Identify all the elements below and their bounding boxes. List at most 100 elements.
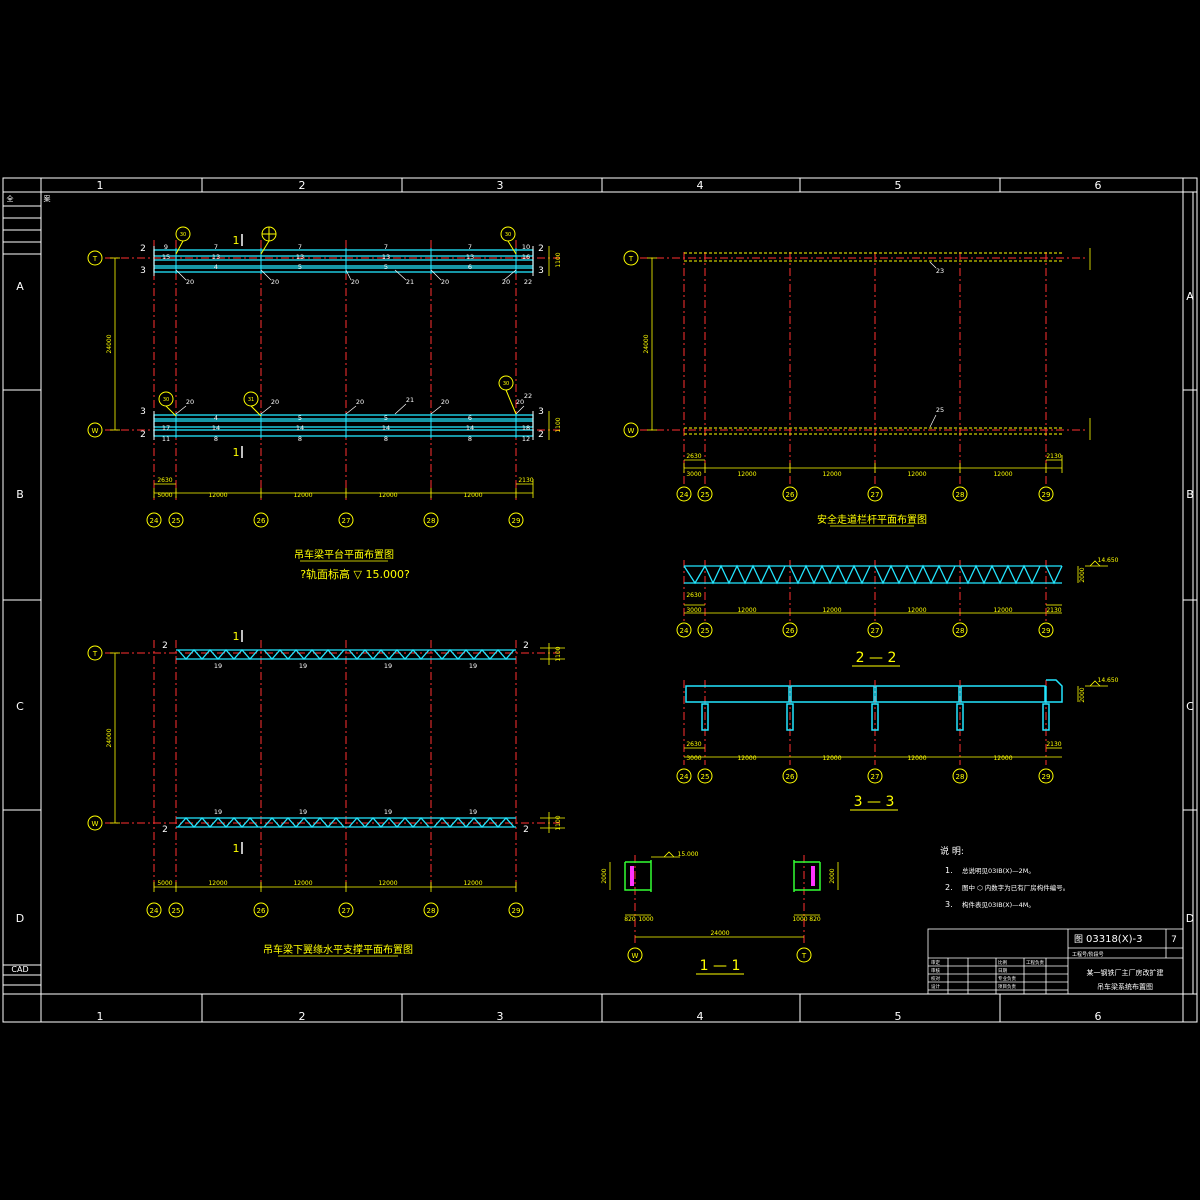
- p3-sec-2br: 2: [523, 825, 529, 835]
- p3-lbl-19c: 19: [384, 662, 392, 670]
- s11-dim-820r: 820: [809, 916, 821, 923]
- p3-axis-25: 25: [172, 907, 181, 915]
- s33-dim-12000d: 12000: [993, 755, 1012, 762]
- p1-dim-12000c: 12000: [378, 492, 397, 499]
- col-label-5: 5: [895, 179, 902, 192]
- s11-height-r: 2000: [829, 868, 836, 883]
- s22-axis-27: 27: [871, 627, 880, 635]
- s33-axis-24: 24: [680, 773, 689, 781]
- p2-axis-29: 29: [1042, 491, 1051, 499]
- p1-axis-24: 24: [150, 517, 159, 525]
- p1-lbl-13d: 13: [466, 253, 474, 261]
- note-2-text: 图中 ⬡ 内数字为已有厂房构件编号。: [962, 883, 1069, 892]
- p1-pt20e: 20: [502, 278, 510, 286]
- s11-elev: 15.000: [678, 851, 699, 858]
- p3-dim-1100b: 1100: [555, 815, 562, 830]
- p2-axis-24: 24: [680, 491, 689, 499]
- sec-mark-3-bl: 3: [140, 407, 146, 417]
- p1-axis-29: 29: [512, 517, 521, 525]
- tb-project: 某一钢铁厂主厂房改扩建: [1087, 968, 1164, 977]
- s11-title: 1 — 1: [700, 958, 741, 974]
- p1-dim-12000d: 12000: [463, 492, 482, 499]
- sec-mark-1-bot: 1: [233, 446, 240, 459]
- p1-lbl-14c: 14: [382, 424, 390, 432]
- p2-axis-25: 25: [701, 491, 710, 499]
- p1-lbl-6b: 6: [468, 414, 472, 422]
- p1-lbl-16: 16: [522, 253, 530, 261]
- p1-lbl-17: 17: [162, 424, 170, 432]
- s22-elev: 14.650: [1098, 557, 1119, 564]
- col-label-6b: 6: [1095, 1010, 1102, 1023]
- tb-sheet: 7: [1171, 935, 1177, 945]
- p1-lbl-13b: 13: [296, 253, 304, 261]
- p2-dim-3000: 3000: [686, 471, 701, 478]
- col-label-4b: 4: [697, 1010, 704, 1023]
- p3-axis-24: 24: [150, 907, 159, 915]
- s33-dim-2130: 2130: [1046, 741, 1061, 748]
- tb-cell-8: 工程负责: [1026, 959, 1044, 966]
- p3-lbl-19b: 19: [299, 662, 307, 670]
- s11-dim-1000l: 1000: [638, 916, 653, 923]
- p3-dim-5000: 5000: [157, 880, 172, 887]
- p1-pt22a: 22: [524, 278, 532, 286]
- p3-dim-12000c: 12000: [378, 880, 397, 887]
- s22-dim-2130: 2130: [1046, 607, 1061, 614]
- p1-axis-t: T: [92, 255, 98, 263]
- note-2-num: 2.: [945, 883, 953, 892]
- col-label-1: 1: [97, 179, 104, 192]
- p2-lbl-23: 23: [936, 267, 944, 275]
- p3-lbl-19a: 19: [214, 662, 222, 670]
- p3-sec-1b: 1: [233, 842, 240, 855]
- p3-axis-t: T: [92, 650, 98, 658]
- p1-lbl-14b: 14: [296, 424, 304, 432]
- p1-pt20c: 20: [351, 278, 359, 286]
- s33-dim-12000b: 12000: [822, 755, 841, 762]
- tb-cell-0: 审定: [931, 959, 940, 966]
- s22-height: 2000: [1079, 567, 1086, 582]
- s33-axis-26: 26: [786, 773, 795, 781]
- p3-sec-1t: 1: [233, 630, 240, 643]
- sec-mark-2-br: 2: [538, 430, 544, 440]
- p1-lbl-4: 4: [214, 263, 218, 271]
- p2-dim-2130: 2130: [1046, 453, 1061, 460]
- p1-pt20b: 20: [271, 278, 279, 286]
- p2-axis-27: 27: [871, 491, 880, 499]
- s11-height-l: 2000: [601, 868, 608, 883]
- p1-hex-5: 31: [248, 397, 254, 403]
- s11-dim-1000r: 1000: [792, 916, 807, 923]
- p1-dim-1100a: 1100: [555, 252, 562, 267]
- p3-sec-2tl: 2: [162, 641, 168, 651]
- p2-dim-12000c: 12000: [907, 471, 926, 478]
- tb-stage: 工程号/阶段号: [1072, 951, 1104, 958]
- s33-elev: 14.650: [1098, 677, 1119, 684]
- p1-lbl-11: 11: [162, 435, 170, 443]
- p3-axis-w: W: [92, 820, 99, 828]
- p1-lbl-14d: 14: [466, 424, 474, 432]
- sec-mark-2-tr: 2: [538, 244, 544, 254]
- p3-axis-28: 28: [427, 907, 436, 915]
- s33-axis-25: 25: [701, 773, 710, 781]
- s22-dim-2630: 2630: [686, 592, 701, 599]
- sec-mark-2-tl: 2: [140, 244, 146, 254]
- p3-sec-2tr: 2: [523, 641, 529, 651]
- s22-dim-12000d: 12000: [993, 607, 1012, 614]
- p1-pt20h: 20: [356, 398, 364, 406]
- cad-label: CAD: [11, 965, 28, 974]
- notes-heading: 说 明:: [940, 845, 964, 857]
- p1-lbl-8b: 8: [298, 435, 302, 443]
- p1-hex-1: 30: [180, 232, 186, 238]
- tb-cell-7: 项目负责: [998, 983, 1016, 990]
- s22-dim-3000: 3000: [686, 607, 701, 614]
- p1-axis-28: 28: [427, 517, 436, 525]
- tb-cell-6: 专业负责: [998, 975, 1016, 982]
- p3-lbl-19d: 19: [469, 662, 477, 670]
- p1-lbl-5a: 5: [298, 263, 302, 271]
- p1-lbl-13c: 13: [382, 253, 390, 261]
- col-label-3b: 3: [497, 1010, 504, 1023]
- sec-mark-2-bl: 2: [140, 430, 146, 440]
- p1-title: 吊车梁平台平面布置图: [294, 548, 394, 561]
- p3-dim-12000d: 12000: [463, 880, 482, 887]
- p1-subtitle: ?轨面标高 ▽ 15.000?: [300, 567, 410, 581]
- p1-lbl-5d: 5: [384, 414, 388, 422]
- p1-axis-w: W: [92, 427, 99, 435]
